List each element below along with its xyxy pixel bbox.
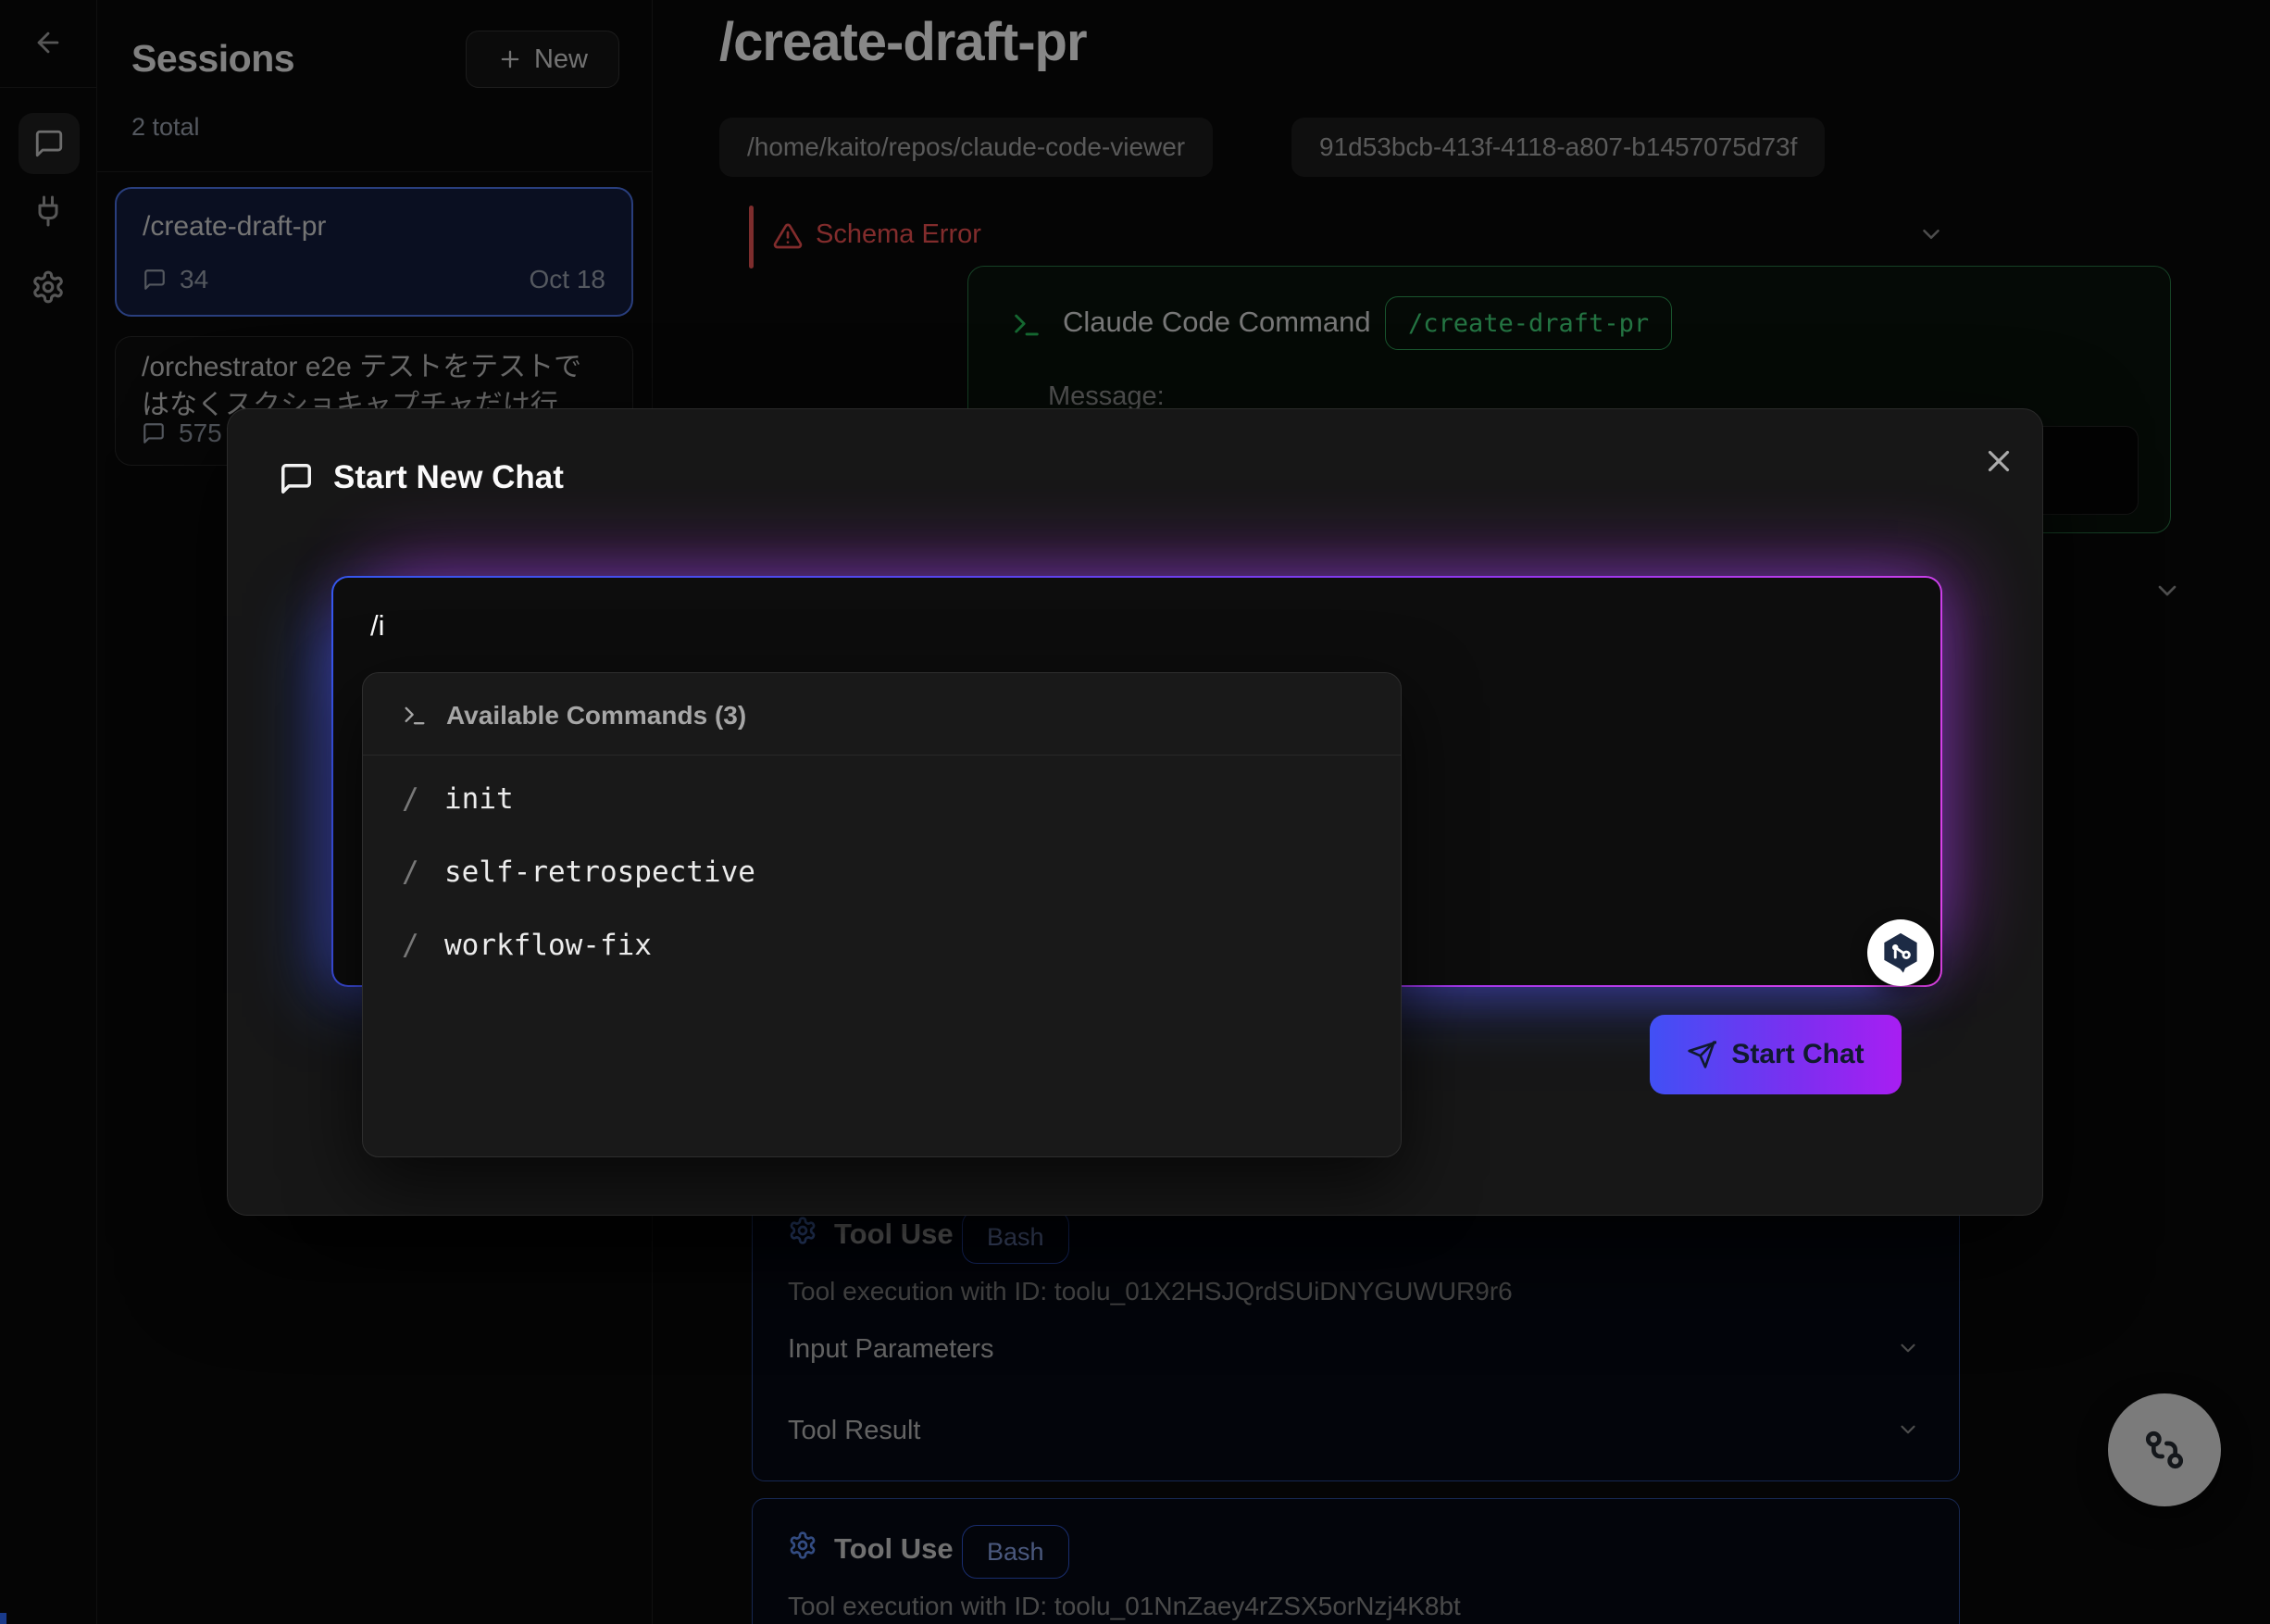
terminal-icon [402,703,428,729]
modal-title: Start New Chat [333,459,564,496]
command-prefix: / [402,782,444,816]
command-option-workflow-fix[interactable]: / workflow-fix [363,908,1401,981]
app-screen: Sessions New 2 total /create-draft-pr 34… [0,0,2270,1624]
command-name: workflow-fix [444,929,652,962]
chat-bubble-icon [279,461,314,496]
share-hexagon-logo-icon [1879,931,1922,974]
send-icon [1687,1040,1716,1069]
start-chat-button-label: Start Chat [1731,1039,1864,1070]
close-icon [1981,443,2016,479]
command-prefix: / [402,856,444,889]
command-name: self-retrospective [444,856,755,889]
command-option-init[interactable]: / init [363,762,1401,835]
command-prefix: / [402,929,444,962]
extension-logo-badge[interactable] [1867,919,1934,986]
dropdown-divider [363,755,1401,756]
start-new-chat-modal: Start New Chat /i Available Commands (3) [227,408,2043,1216]
command-option-self-retrospective[interactable]: / self-retrospective [363,835,1401,908]
commands-dropdown: Available Commands (3) / init / self-ret… [362,672,1402,1157]
commands-dropdown-title: Available Commands (3) [446,701,746,731]
commands-dropdown-header: Available Commands (3) [402,701,746,731]
start-chat-button[interactable]: Start Chat [1650,1015,1902,1094]
close-button[interactable] [1973,435,2025,487]
command-name: init [444,782,514,816]
